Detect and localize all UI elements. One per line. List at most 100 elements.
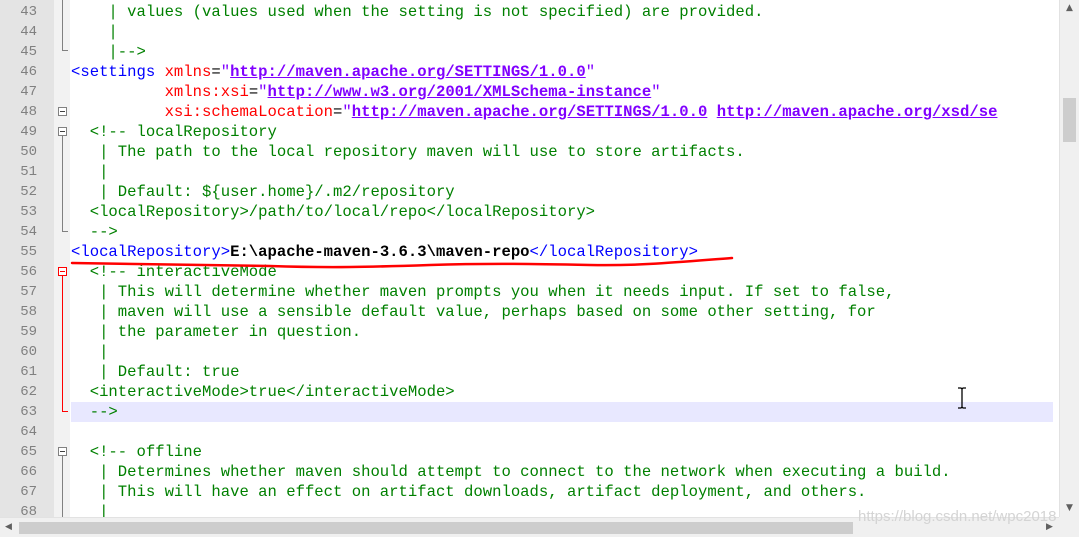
code-text[interactable]: | The path to the local repository maven… bbox=[71, 142, 745, 162]
scroll-left-icon[interactable]: ◀ bbox=[0, 518, 17, 537]
line-number: 64 bbox=[20, 424, 37, 440]
code-text[interactable]: | Default: ${user.home}/.m2/repository bbox=[71, 182, 455, 202]
code-token: http://www.w3.org/2001/XMLSchema-instanc… bbox=[267, 83, 652, 101]
code-line[interactable]: 58 | maven will use a sensible default v… bbox=[0, 302, 1059, 322]
code-token: | the parameter in question. bbox=[71, 323, 362, 341]
scroll-up-icon[interactable]: ▲ bbox=[1060, 0, 1079, 17]
code-text[interactable]: xsi:schemaLocation="http://maven.apache.… bbox=[71, 102, 998, 122]
line-number: 54 bbox=[20, 224, 37, 240]
code-text[interactable]: | bbox=[71, 502, 108, 517]
code-text[interactable]: | bbox=[71, 162, 108, 182]
fold-toggle-icon[interactable] bbox=[58, 107, 67, 116]
code-line[interactable]: 46 <settings xmlns="http://maven.apache.o… bbox=[0, 62, 1059, 82]
horizontal-scroll-thumb[interactable] bbox=[19, 522, 853, 534]
code-token: | Default: ${user.home}/.m2/repository bbox=[71, 183, 455, 201]
code-text[interactable]: <!-- localRepository bbox=[71, 122, 277, 142]
line-number: 66 bbox=[20, 464, 37, 480]
code-line[interactable]: 51 | bbox=[0, 162, 1059, 182]
code-line[interactable]: 53 <localRepository>/path/to/local/repo<… bbox=[0, 202, 1059, 222]
vertical-scroll-thumb[interactable] bbox=[1063, 98, 1076, 142]
code-text[interactable]: xmlns:xsi="http://www.w3.org/2001/XMLSch… bbox=[71, 82, 661, 102]
vertical-scrollbar[interactable]: ▲ ▼ bbox=[1059, 0, 1079, 517]
line-number: 57 bbox=[20, 284, 37, 300]
watermark: https://blog.csdn.net/wpc2018 bbox=[858, 508, 1057, 525]
scrollbar-corner bbox=[1059, 517, 1079, 537]
code-token: | bbox=[71, 343, 109, 361]
code-token: " bbox=[651, 83, 661, 101]
code-text[interactable]: | values (values used when the setting i… bbox=[71, 2, 763, 22]
code-token: http://maven.apache.org/SETTINGS/1.0.0 bbox=[351, 103, 708, 121]
code-line[interactable]: 60 | bbox=[0, 342, 1059, 362]
code-text[interactable]: | This will have an effect on artifact d… bbox=[71, 482, 866, 502]
code-token: --> bbox=[71, 223, 118, 241]
code-line[interactable]: 59 | the parameter in question. bbox=[0, 322, 1059, 342]
code-text[interactable]: | bbox=[71, 342, 108, 362]
code-text[interactable]: <settings xmlns="http://maven.apache.org… bbox=[71, 62, 595, 82]
code-line[interactable]: 50 | The path to the local repository ma… bbox=[0, 142, 1059, 162]
code-token: | Default: true bbox=[71, 363, 240, 381]
code-token: http://maven.apache.org/SETTINGS/1.0.0 bbox=[230, 63, 586, 81]
line-number: 55 bbox=[20, 244, 37, 260]
code-line[interactable]: 47 xmlns:xsi="http://www.w3.org/2001/XML… bbox=[0, 82, 1059, 102]
code-text[interactable]: <interactiveMode>true</interactiveMode> bbox=[71, 382, 455, 402]
code-line[interactable]: 44 | bbox=[0, 22, 1059, 42]
line-number: 67 bbox=[20, 484, 37, 500]
code-token: " bbox=[342, 103, 352, 121]
code-line[interactable]: 63 --> bbox=[0, 402, 1059, 422]
code-token: | This will determine whether maven prom… bbox=[71, 283, 895, 301]
line-number: 59 bbox=[20, 324, 37, 340]
code-line[interactable]: 64 bbox=[0, 422, 1059, 442]
code-line[interactable]: 52 | Default: ${user.home}/.m2/repositor… bbox=[0, 182, 1059, 202]
line-number: 63 bbox=[20, 404, 37, 420]
code-line[interactable]: 67 | This will have an effect on artifac… bbox=[0, 482, 1059, 502]
code-line[interactable]: 43 | values (values used when the settin… bbox=[0, 2, 1059, 22]
code-line[interactable]: 62 <interactiveMode>true</interactiveMod… bbox=[0, 382, 1059, 402]
code-text[interactable]: | This will determine whether maven prom… bbox=[71, 282, 894, 302]
code-token: | bbox=[71, 503, 109, 517]
fold-toggle-icon[interactable] bbox=[58, 447, 67, 456]
fold-line bbox=[62, 276, 63, 411]
code-token: | This will have an effect on artifact d… bbox=[71, 483, 867, 501]
line-number: 53 bbox=[20, 204, 37, 220]
code-token: xmlns bbox=[164, 63, 212, 81]
code-token: <!-- localRepository bbox=[71, 123, 277, 141]
code-line[interactable]: 49 <!-- localRepository bbox=[0, 122, 1059, 142]
fold-end-marker bbox=[62, 411, 68, 412]
code-text[interactable]: <localRepository>/path/to/local/repo</lo… bbox=[71, 202, 595, 222]
code-text[interactable]: --> bbox=[71, 222, 118, 242]
fold-line bbox=[62, 136, 63, 231]
fold-toggle-icon[interactable] bbox=[58, 267, 67, 276]
code-line[interactable]: 48 xsi:schemaLocation="http://maven.apac… bbox=[0, 102, 1059, 122]
code-text[interactable]: | bbox=[71, 22, 118, 42]
code-token: <!-- offline bbox=[71, 443, 203, 461]
scroll-down-icon[interactable]: ▼ bbox=[1060, 500, 1079, 517]
code-token: | bbox=[71, 23, 118, 41]
code-editor[interactable]: 43 | values (values used when the settin… bbox=[0, 0, 1059, 517]
code-text[interactable]: | maven will use a sensible default valu… bbox=[71, 302, 876, 322]
code-line[interactable]: 45 |--> bbox=[0, 42, 1059, 62]
code-token: = bbox=[333, 103, 343, 121]
code-token: <settings bbox=[71, 63, 165, 81]
code-text[interactable]: --> bbox=[71, 402, 118, 422]
code-token: " bbox=[220, 63, 231, 81]
line-number: 52 bbox=[20, 184, 37, 200]
code-token: | Determines whether maven should attemp… bbox=[71, 463, 951, 481]
code-token: | The path to the local repository maven… bbox=[71, 143, 745, 161]
code-text[interactable]: | the parameter in question. bbox=[71, 322, 361, 342]
code-text[interactable]: | Default: true bbox=[71, 362, 239, 382]
code-text[interactable]: <!-- offline bbox=[71, 442, 202, 462]
line-number: 58 bbox=[20, 304, 37, 320]
code-text[interactable]: | Determines whether maven should attemp… bbox=[71, 462, 951, 482]
code-token: xsi:schemaLocation bbox=[164, 103, 334, 121]
fold-end-marker bbox=[62, 231, 68, 232]
line-number: 65 bbox=[20, 444, 37, 460]
code-line[interactable]: 66 | Determines whether maven should att… bbox=[0, 462, 1059, 482]
text-cursor-icon bbox=[958, 387, 966, 409]
code-line[interactable]: 61 | Default: true bbox=[0, 362, 1059, 382]
fold-toggle-icon[interactable] bbox=[58, 127, 67, 136]
code-line[interactable]: 57 | This will determine whether maven p… bbox=[0, 282, 1059, 302]
code-line[interactable]: 54 --> bbox=[0, 222, 1059, 242]
code-text[interactable]: |--> bbox=[71, 42, 145, 62]
code-token: = bbox=[211, 63, 221, 81]
code-line[interactable]: 65 <!-- offline bbox=[0, 442, 1059, 462]
